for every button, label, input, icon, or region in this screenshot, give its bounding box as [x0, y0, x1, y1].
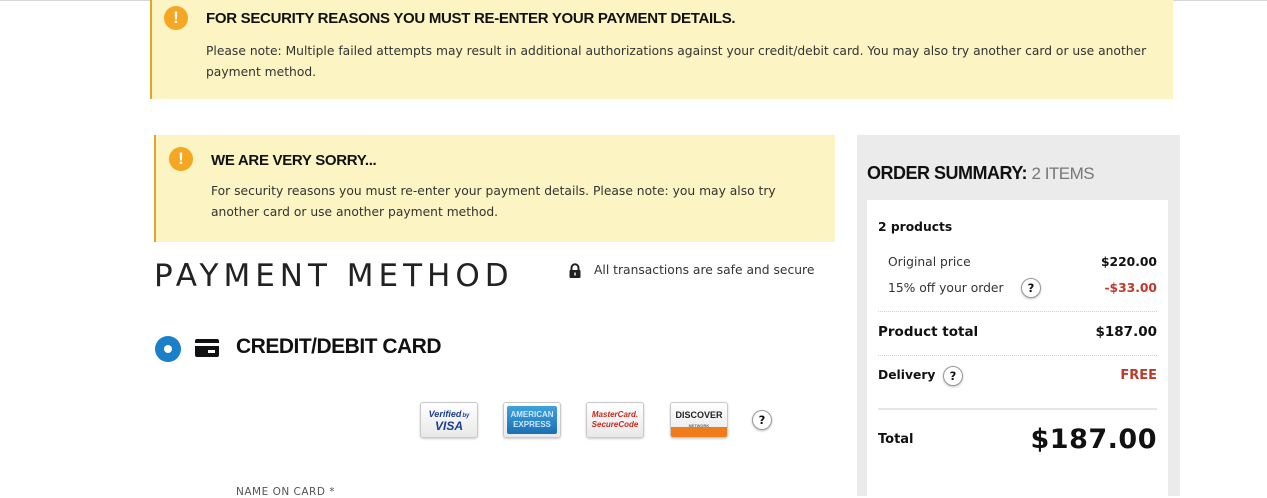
logo-text: Verified [428, 409, 462, 419]
logo-text: by [462, 413, 470, 419]
logo-text: MasterCard. [591, 410, 639, 419]
card-help-button[interactable]: ? [752, 410, 772, 430]
original-price-label: Original price [888, 255, 971, 269]
product-total-value: $187.00 [1095, 324, 1158, 340]
delivery-value: FREE [1120, 368, 1157, 383]
total-value: $187.00 [1030, 424, 1157, 455]
discount-value: -$33.00 [1104, 281, 1157, 295]
product-total-label: Product total [878, 324, 979, 340]
credit-card-option-label[interactable]: CREDIT/DEBIT CARD [236, 335, 442, 359]
logo-text: DISCOVER [675, 410, 723, 420]
sorry-alert-banner: ! WE ARE VERY SORRY... For security reas… [154, 135, 835, 242]
order-summary-item-count: 2 ITEMS [1031, 164, 1095, 183]
discover-stripe [671, 427, 727, 437]
security-alert-banner: ! FOR SECURITY REASONS YOU MUST RE-ENTER… [150, 0, 1173, 99]
divider [878, 311, 1157, 312]
alert-title: FOR SECURITY REASONS YOU MUST RE-ENTER Y… [206, 10, 736, 27]
payment-method-title: PAYMENT METHOD [154, 258, 514, 294]
logo-text: VISA [434, 419, 463, 433]
order-summary-title: ORDER SUMMARY: 2 ITEMS [867, 163, 1095, 184]
name-on-card-label: NAME ON CARD * [236, 486, 336, 498]
logo-text: SecureCode [591, 420, 639, 429]
products-count: 2 products [878, 220, 953, 234]
alert-text: For security reasons you must re-enter y… [211, 184, 776, 219]
exclamation-icon: ! [169, 147, 193, 171]
alert-text: Please note: Multiple failed attempts ma… [206, 44, 1147, 79]
logo-text: AMERICAN [510, 410, 554, 419]
discount-help-button[interactable]: ? [1021, 278, 1041, 298]
discover-logo: DISCOVER NETWORK [670, 402, 728, 438]
american-express-logo: AMERICAN EXPRESS [503, 402, 561, 438]
original-price-value: $220.00 [1100, 255, 1157, 269]
mastercard-securecode-logo: MasterCard. SecureCode [586, 402, 644, 438]
delivery-label: Delivery [878, 368, 936, 382]
divider [878, 355, 1157, 356]
exclamation-icon: ! [164, 6, 188, 30]
order-summary-heading: ORDER SUMMARY: [867, 163, 1028, 183]
total-label: Total [878, 432, 914, 447]
credit-card-icon [195, 339, 219, 357]
delivery-help-button[interactable]: ? [943, 366, 963, 386]
alert-title: WE ARE VERY SORRY... [211, 152, 377, 169]
secure-text: All transactions are safe and secure [594, 263, 815, 277]
logo-text: EXPRESS [513, 420, 551, 429]
order-summary: ORDER SUMMARY: 2 ITEMS 2 products Origin… [857, 135, 1180, 496]
lock-icon [569, 263, 581, 278]
order-summary-card: 2 products Original price $220.00 15% of… [867, 200, 1168, 496]
divider [878, 408, 1157, 410]
verified-by-visa-logo: Verifiedby VISA [420, 402, 478, 438]
credit-card-radio[interactable] [155, 336, 181, 362]
discount-label: 15% off your order [888, 281, 1004, 295]
